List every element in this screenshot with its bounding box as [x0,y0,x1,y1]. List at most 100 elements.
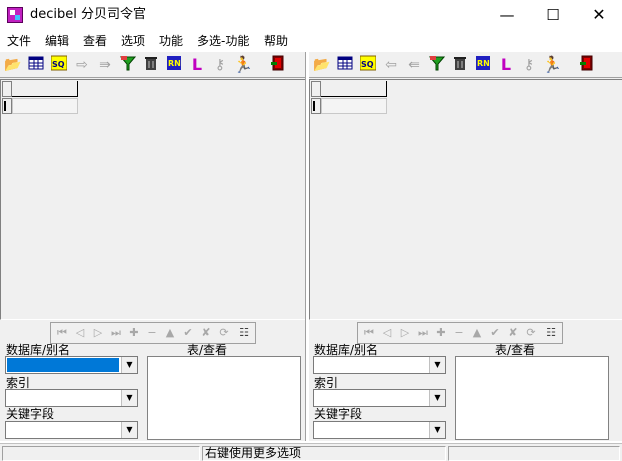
exit-icon[interactable] [577,55,597,75]
query-icon[interactable]: RN [164,55,184,75]
menu-edit[interactable]: 编辑 [45,33,69,49]
title-bar: decibel 分贝司令官 — ☐ ✕ [0,0,622,31]
export-icon: ⇛ [99,57,111,73]
menu-functions[interactable]: 功能 [159,33,183,49]
chevron-down-icon[interactable]: ▼ [121,390,137,406]
prev-record-icon: ◁ [382,326,392,339]
edit-record-icon: ▲ [472,326,482,339]
maximize-button[interactable]: ☐ [530,0,576,31]
key-field-combo[interactable]: ▼ [5,421,138,439]
cancel-record-icon: ✘ [508,326,518,339]
row-indicator-icon [313,101,318,111]
right-panel: 📂 SQ ⇦ ⇚ RN L ⚷ 🏃 ⏮ ◁ ▷ ⏭ ✚ − ▲ ✔ ✘ ⟳ ☷ … [308,52,622,441]
right-data-grid[interactable] [309,79,622,320]
menu-file[interactable]: 文件 [7,33,31,49]
table-view-list[interactable] [147,356,301,440]
menu-view[interactable]: 查看 [83,33,107,49]
svg-text:RN: RN [168,59,181,68]
last-record-icon: ⏭ [418,326,428,339]
grid-column-header [12,81,78,97]
key-field-combo[interactable]: ▼ [313,421,446,439]
chevron-down-icon[interactable]: ▼ [121,422,137,438]
post-record-icon: ✔ [490,326,500,339]
run-icon[interactable]: 🏃 [542,55,562,75]
row-indicator-icon [4,101,9,111]
nav-options-icon[interactable]: ☷ [235,325,253,341]
run-icon[interactable]: 🏃 [233,55,253,75]
table-icon[interactable] [26,55,46,75]
index-icon[interactable]: L [496,55,516,75]
refresh-icon: ⟳ [219,326,229,339]
left-data-grid[interactable] [0,79,305,320]
chevron-down-icon[interactable]: ▼ [429,357,445,373]
delete-record-icon: − [147,326,157,339]
menu-bar: 文件 编辑 查看 选项 功能 多选-功能 帮助 [0,31,622,51]
menu-options[interactable]: 选项 [121,33,145,49]
trash-icon[interactable] [141,55,161,75]
chevron-down-icon[interactable]: ▼ [121,357,137,373]
key-field-label: 关键字段 [314,407,363,421]
first-record-icon: ⏮ [57,326,67,339]
grid-column-header [321,81,387,97]
key-icon: ⚷ [523,57,535,73]
next-record-icon: ▷ [93,326,103,339]
refresh-icon: ⟳ [526,326,536,339]
left-toolbar: 📂 SQ ⇨ ⇛ RN L ⚷ 🏃 [0,52,305,78]
key-field-label: 关键字段 [6,407,55,421]
close-button[interactable]: ✕ [576,0,622,31]
database-alias-combo[interactable]: ▼ [313,356,446,374]
grid-cell[interactable] [12,98,78,114]
cancel-record-icon: ✘ [201,326,211,339]
insert-record-icon: ✚ [129,326,139,339]
index-combo[interactable]: ▼ [313,389,446,407]
grid-corner [2,81,12,97]
sql-icon[interactable]: SQ [358,55,378,75]
next-record-icon: ▷ [400,326,410,339]
key-icon: ⚷ [214,57,226,73]
open-folder-icon[interactable]: 📂 [3,55,23,75]
insert-record-icon: ✚ [436,326,446,339]
query-icon[interactable]: RN [473,55,493,75]
sql-icon[interactable]: SQ [49,55,69,75]
open-folder-icon[interactable]: 📂 [312,55,332,75]
left-panel: 📂 SQ ⇨ ⇛ RN L ⚷ 🏃 ⏮ ◁ ▷ ⏭ ✚ − ▲ ✔ ✘ ⟳ ☷ … [0,52,306,441]
post-record-icon: ✔ [183,326,193,339]
menu-help[interactable]: 帮助 [264,33,288,49]
chevron-down-icon[interactable]: ▼ [429,390,445,406]
right-nav-bar: ⏮ ◁ ▷ ⏭ ✚ − ▲ ✔ ✘ ⟳ ☷ [357,322,563,344]
import-icon: ⇚ [408,57,420,73]
minimize-button[interactable]: — [484,0,530,31]
delete-record-icon: − [454,326,464,339]
prev-record-icon: ◁ [75,326,85,339]
index-combo[interactable]: ▼ [5,389,138,407]
index-icon[interactable]: L [187,55,207,75]
edit-record-icon: ▲ [165,326,175,339]
nav-options-icon[interactable]: ☷ [542,325,560,341]
status-bar: 右键使用更多选项 [0,443,622,461]
selected-highlight [7,358,119,372]
menu-multi-select[interactable]: 多选-功能 [197,33,249,49]
table-icon[interactable] [335,55,355,75]
first-record-icon: ⏮ [364,326,374,339]
last-record-icon: ⏭ [111,326,121,339]
filter-icon[interactable] [427,55,447,75]
window-title: decibel 分贝司令官 [30,7,147,22]
arrow-right-icon: ⇨ [76,57,88,73]
chevron-down-icon[interactable]: ▼ [429,422,445,438]
trash-icon[interactable] [450,55,470,75]
status-hint: 右键使用更多选项 [202,446,446,461]
right-toolbar: 📂 SQ ⇦ ⇚ RN L ⚷ 🏃 [309,52,622,78]
grid-cell[interactable] [321,98,387,114]
status-panel-left [2,446,200,461]
exit-icon[interactable] [268,55,288,75]
svg-text:RN: RN [477,59,490,68]
svg-text:SQ: SQ [52,60,65,69]
app-icon [7,7,23,23]
arrow-left-icon: ⇦ [385,57,397,73]
filter-icon[interactable] [118,55,138,75]
status-panel-right [448,446,620,461]
database-alias-combo[interactable]: ▼ [5,356,138,374]
table-view-list[interactable] [455,356,609,440]
left-nav-bar: ⏮ ◁ ▷ ⏭ ✚ − ▲ ✔ ✘ ⟳ ☷ [50,322,256,344]
svg-text:SQ: SQ [361,60,374,69]
